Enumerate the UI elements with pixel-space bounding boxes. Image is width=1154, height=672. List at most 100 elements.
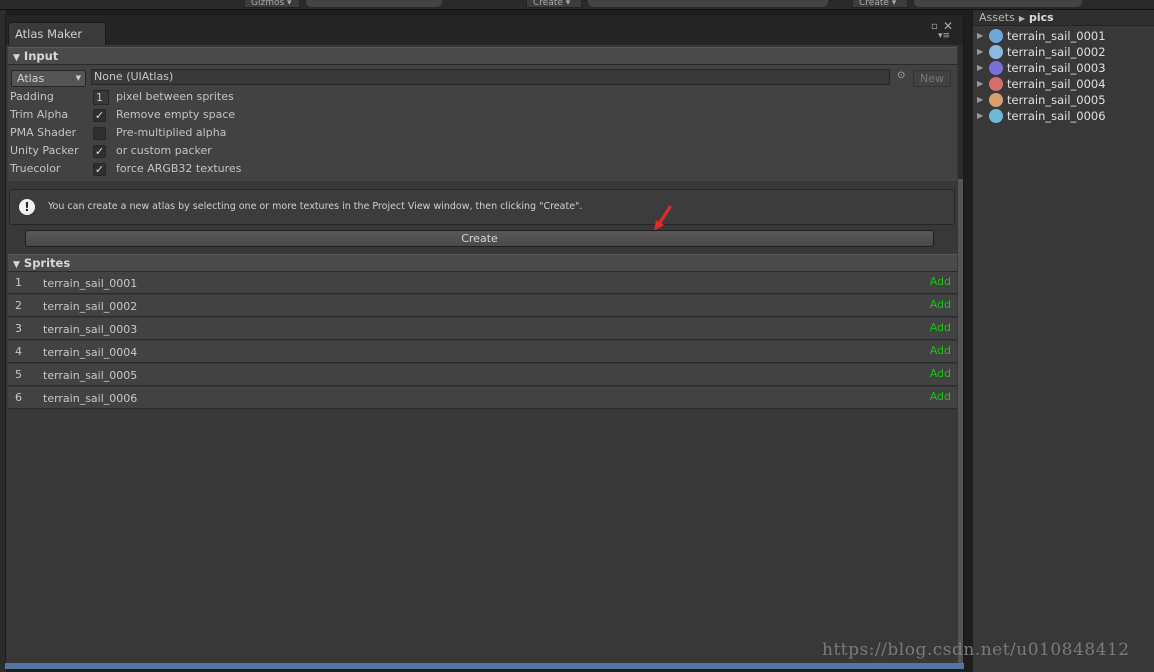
new-atlas-button[interactable]: New (913, 70, 951, 87)
input-section: Atlas ▼ None (UIAtlas) ⊙ New Padding 1 p… (8, 65, 957, 181)
asset-item[interactable]: ▶ terrain_sail_0001 (977, 28, 1153, 44)
pma-shader-row: PMA Shader Pre-multiplied alpha (10, 125, 310, 141)
breadcrumb-pics[interactable]: pics (1029, 11, 1054, 24)
truecolor-row: Truecolor ✓ force ARGB32 textures (10, 161, 310, 177)
sprite-row: 6 terrain_sail_0006 Add (8, 387, 957, 409)
red-arrow-icon (654, 205, 672, 231)
sprite-name: terrain_sail_0004 (43, 346, 138, 359)
breadcrumb: Assets ▶ pics (973, 10, 1154, 26)
info-icon: ! (19, 199, 35, 215)
padding-desc: pixel between sprites (116, 90, 234, 103)
maximize-icon[interactable]: ▫ (931, 21, 938, 32)
trim-alpha-label: Trim Alpha (10, 108, 69, 121)
input-header-label: Input (23, 49, 59, 63)
hierarchy-create-dropdown[interactable]: Create ▾ (526, 0, 582, 8)
asset-item[interactable]: ▶ terrain_sail_0004 (977, 76, 1153, 92)
sprite-name: terrain_sail_0003 (43, 323, 138, 336)
window-tab-bar: Atlas Maker ▫ ✕ ▾≡ (6, 15, 963, 45)
asset-item[interactable]: ▶ terrain_sail_0005 (977, 92, 1153, 108)
asset-item[interactable]: ▶ terrain_sail_0003 (977, 60, 1153, 76)
padding-row: Padding 1 pixel between sprites (10, 89, 310, 105)
sprite-add-button[interactable]: Add (930, 275, 951, 288)
sprite-name: terrain_sail_0006 (43, 392, 138, 405)
padding-field[interactable]: 1 (93, 90, 109, 105)
sprite-add-button[interactable]: Add (930, 298, 951, 311)
padding-label: Padding (10, 90, 54, 103)
sprite-thumbnail-icon (989, 93, 1003, 107)
project-search-field[interactable] (914, 0, 1082, 7)
collapse-arrow-icon: ▼ (13, 53, 20, 63)
sprite-row: 1 terrain_sail_0001 Add (8, 272, 957, 294)
sprite-thumbnail-icon (989, 45, 1003, 59)
object-picker-icon[interactable]: ⊙ (897, 70, 905, 81)
help-box: ! You can create a new atlas by selectin… (9, 189, 955, 225)
sprite-row: 4 terrain_sail_0004 Add (8, 341, 957, 363)
asset-name: terrain_sail_0005 (1007, 93, 1106, 107)
sprite-index: 6 (15, 391, 22, 404)
truecolor-desc: force ARGB32 textures (116, 162, 242, 175)
asset-name: terrain_sail_0001 (1007, 29, 1106, 43)
sprite-add-button[interactable]: Add (930, 367, 951, 380)
tab-atlas-maker[interactable]: Atlas Maker (8, 22, 106, 45)
sprite-index: 4 (15, 345, 22, 358)
unity-packer-checkbox[interactable]: ✓ (93, 145, 106, 158)
pma-shader-label: PMA Shader (10, 126, 77, 139)
scrollbar-thumb[interactable] (958, 179, 963, 668)
help-text: You can create a new atlas by selecting … (48, 201, 583, 212)
asset-name: terrain_sail_0003 (1007, 61, 1106, 75)
expand-arrow-icon[interactable]: ▶ (977, 44, 983, 60)
expand-arrow-icon[interactable]: ▶ (977, 28, 983, 44)
project-create-dropdown[interactable]: Create ▾ (852, 0, 908, 8)
menu-icon[interactable]: ▾≡ (938, 31, 950, 41)
trim-alpha-row: Trim Alpha ✓ Remove empty space (10, 107, 310, 123)
breadcrumb-assets[interactable]: Assets (979, 11, 1015, 24)
atlas-dropdown[interactable]: Atlas ▼ (11, 70, 86, 87)
asset-item[interactable]: ▶ terrain_sail_0002 (977, 44, 1153, 60)
truecolor-label: Truecolor (10, 162, 61, 175)
sprite-name: terrain_sail_0001 (43, 277, 138, 290)
expand-arrow-icon[interactable]: ▶ (977, 76, 983, 92)
unity-packer-label: Unity Packer (10, 144, 79, 157)
breadcrumb-separator-icon: ▶ (1018, 14, 1025, 23)
unity-packer-row: Unity Packer ✓ or custom packer (10, 143, 310, 159)
pma-shader-desc: Pre-multiplied alpha (116, 126, 227, 139)
pma-shader-checkbox[interactable] (93, 127, 106, 140)
asset-name: terrain_sail_0002 (1007, 45, 1106, 59)
expand-arrow-icon[interactable]: ▶ (977, 92, 983, 108)
watermark: https://blog.csdn.net/u010848412 (822, 640, 1130, 660)
window-scrollbar[interactable] (958, 45, 963, 668)
atlas-dropdown-label: Atlas (17, 72, 45, 85)
expand-arrow-icon[interactable]: ▶ (977, 60, 983, 76)
truecolor-checkbox[interactable]: ✓ (93, 163, 106, 176)
project-panel: Assets ▶ pics ▶ terrain_sail_0001 ▶ terrai… (972, 10, 1154, 672)
sprite-row: 2 terrain_sail_0002 Add (8, 295, 957, 317)
sprite-thumbnail-icon (989, 109, 1003, 123)
chevron-down-icon: ▼ (75, 74, 81, 82)
expand-arrow-icon[interactable]: ▶ (977, 108, 983, 124)
sprite-add-button[interactable]: Add (930, 321, 951, 334)
sprite-index: 2 (15, 299, 22, 312)
trim-alpha-checkbox[interactable]: ✓ (93, 109, 106, 122)
asset-item[interactable]: ▶ terrain_sail_0006 (977, 108, 1153, 124)
sprite-thumbnail-icon (989, 29, 1003, 43)
scene-search-field[interactable] (306, 0, 442, 7)
sprite-name: terrain_sail_0005 (43, 369, 138, 382)
sprite-thumbnail-icon (989, 77, 1003, 91)
atlas-object-field[interactable]: None (UIAtlas) (91, 69, 890, 85)
atlas-maker-window: Atlas Maker ▫ ✕ ▾≡ ▼ Input Atlas ▼ None (… (5, 14, 964, 669)
collapse-arrow-icon: ▼ (13, 260, 20, 270)
sprite-thumbnail-icon (989, 61, 1003, 75)
sprites-section-header[interactable]: ▼ Sprites (8, 254, 957, 272)
sprite-index: 5 (15, 368, 22, 381)
gizmos-dropdown[interactable]: Gizmos ▾ (244, 0, 300, 8)
asset-name: terrain_sail_0004 (1007, 77, 1106, 91)
sprite-add-button[interactable]: Add (930, 390, 951, 403)
unity-packer-desc: or custom packer (116, 144, 212, 157)
sprite-add-button[interactable]: Add (930, 344, 951, 357)
asset-name: terrain_sail_0006 (1007, 109, 1106, 123)
input-section-header[interactable]: ▼ Input (8, 47, 957, 65)
create-button[interactable]: Create (25, 230, 934, 247)
sprites-header-label: Sprites (23, 256, 71, 270)
hierarchy-search-field[interactable] (588, 0, 828, 7)
sprite-row: 3 terrain_sail_0003 Add (8, 318, 957, 340)
